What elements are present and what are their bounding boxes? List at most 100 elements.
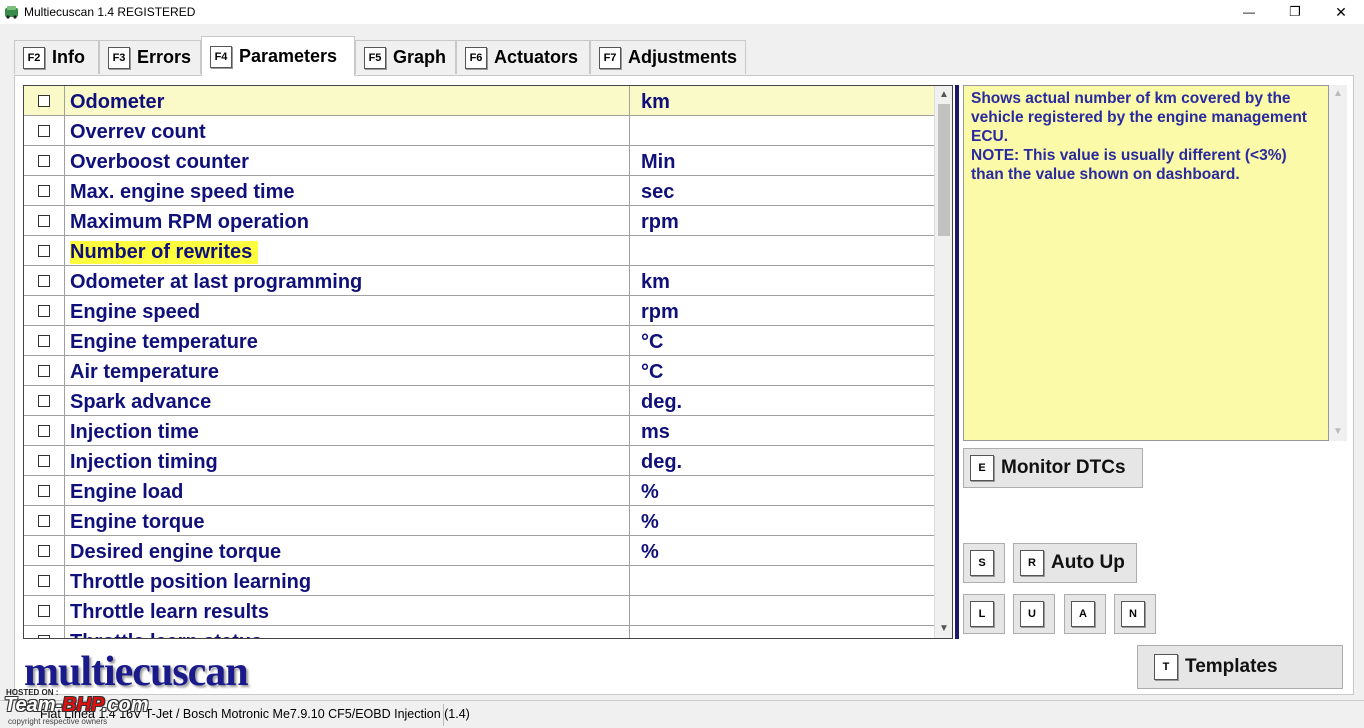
parameter-checkbox[interactable] xyxy=(38,515,50,527)
column-separator xyxy=(64,626,65,638)
column-separator xyxy=(629,626,630,638)
parameter-list-scrollbar[interactable]: ▲ ▼ xyxy=(934,86,952,638)
parameter-unit: deg. xyxy=(641,451,683,473)
tab-errors[interactable]: F3 Errors xyxy=(99,40,201,74)
minimize-button[interactable]: — xyxy=(1226,0,1272,24)
parameter-checkbox[interactable] xyxy=(38,575,50,587)
parameter-row[interactable]: Injection timing deg. xyxy=(24,446,934,476)
close-button[interactable]: ✕ xyxy=(1318,0,1364,24)
parameter-row[interactable]: Odometer km xyxy=(24,86,934,116)
auto-up-button[interactable]: R Auto Up xyxy=(1013,543,1137,583)
column-separator xyxy=(629,536,630,565)
parameter-checkbox[interactable] xyxy=(38,245,50,257)
column-separator xyxy=(629,296,630,325)
monitor-dtcs-button[interactable]: E Monitor DTCs xyxy=(963,448,1143,488)
parameter-checkbox[interactable] xyxy=(38,335,50,347)
column-separator xyxy=(64,536,65,565)
column-separator xyxy=(629,266,630,295)
parameter-name: Injection time xyxy=(70,421,199,443)
parameter-row[interactable]: Spark advance deg. xyxy=(24,386,934,416)
n-key-icon: N xyxy=(1121,601,1145,627)
parameter-checkbox[interactable] xyxy=(38,155,50,167)
scrollbar-thumb[interactable] xyxy=(938,104,950,236)
parameter-row[interactable]: Overboost counter Min xyxy=(24,146,934,176)
parameter-row[interactable]: Engine temperature °C xyxy=(24,326,934,356)
parameter-row[interactable]: Engine load% xyxy=(24,476,934,506)
parameter-checkbox[interactable] xyxy=(38,605,50,617)
u-key-icon: U xyxy=(1020,601,1044,627)
parameter-checkbox[interactable] xyxy=(38,635,50,638)
column-separator xyxy=(64,326,65,355)
parameter-checkbox[interactable] xyxy=(38,125,50,137)
a-button[interactable]: A xyxy=(1064,594,1106,634)
parameter-row[interactable]: Overrev count xyxy=(24,116,934,146)
column-separator xyxy=(64,596,65,625)
tab-actuators[interactable]: F6 Actuators xyxy=(456,40,590,74)
parameter-row[interactable]: Number of rewrites xyxy=(24,236,934,266)
parameter-row[interactable]: Odometer at last programming km xyxy=(24,266,934,296)
scroll-down-icon[interactable]: ▼ xyxy=(938,622,950,636)
parameter-row[interactable]: Engine speed rpm xyxy=(24,296,934,326)
column-separator xyxy=(64,416,65,445)
s-button[interactable]: S xyxy=(963,543,1005,583)
l-button[interactable]: L xyxy=(963,594,1005,634)
parameter-checkbox[interactable] xyxy=(38,275,50,287)
parameter-checkbox[interactable] xyxy=(38,395,50,407)
parameter-checkbox[interactable] xyxy=(38,425,50,437)
tab-graph[interactable]: F5 Graph xyxy=(355,40,456,74)
parameter-name: Engine temperature xyxy=(70,331,258,353)
parameter-checkbox[interactable] xyxy=(38,365,50,377)
column-separator xyxy=(64,266,65,295)
scroll-up-icon[interactable]: ▲ xyxy=(1332,87,1344,101)
u-button[interactable]: U xyxy=(1013,594,1055,634)
parameter-checkbox[interactable] xyxy=(38,455,50,467)
column-separator xyxy=(64,386,65,415)
scroll-down-icon[interactable]: ▼ xyxy=(1332,425,1344,439)
tab-parameters[interactable]: F4 Parameters xyxy=(201,36,355,76)
column-separator xyxy=(629,176,630,205)
parameter-name: Max. engine speed time xyxy=(70,181,295,203)
parameter-name: Throttle learn status xyxy=(70,631,262,638)
parameter-row[interactable]: Maximum RPM operation rpm xyxy=(24,206,934,236)
maximize-button[interactable]: ❐ xyxy=(1272,0,1318,24)
parameter-name: Overboost counter xyxy=(70,151,249,173)
column-separator xyxy=(629,326,630,355)
description-scrollbar[interactable]: ▲ ▼ xyxy=(1329,85,1347,441)
parameter-checkbox[interactable] xyxy=(38,95,50,107)
a-key-icon: A xyxy=(1071,601,1095,627)
watermark-bhp: BHP xyxy=(62,694,102,716)
panel-divider[interactable] xyxy=(955,85,959,639)
parameter-checkbox[interactable] xyxy=(38,545,50,557)
templates-button[interactable]: T Templates xyxy=(1137,645,1343,689)
column-separator xyxy=(629,476,630,505)
tab-adjustments[interactable]: F7 Adjustments xyxy=(590,40,746,74)
parameter-name: Throttle learn results xyxy=(70,601,269,623)
parameter-row[interactable]: Throttle position learning xyxy=(24,566,934,596)
parameter-row[interactable]: Injection time ms xyxy=(24,416,934,446)
parameter-unit: °C xyxy=(641,361,664,383)
n-button[interactable]: N xyxy=(1114,594,1156,634)
parameter-row[interactable]: Desired engine torque% xyxy=(24,536,934,566)
parameter-checkbox[interactable] xyxy=(38,485,50,497)
parameter-checkbox[interactable] xyxy=(38,305,50,317)
parameter-name: Spark advance xyxy=(70,391,212,413)
parameter-unit: % xyxy=(641,541,659,563)
parameter-checkbox[interactable] xyxy=(38,215,50,227)
column-separator xyxy=(629,236,630,265)
parameter-unit: % xyxy=(641,511,659,533)
window-title: Multiecuscan 1.4 REGISTERED xyxy=(24,5,196,19)
tab-info[interactable]: F2 Info xyxy=(14,40,99,74)
parameter-row[interactable]: Throttle learn results xyxy=(24,596,934,626)
f6-key-icon: F6 xyxy=(465,46,487,69)
parameter-name: Engine torque xyxy=(70,511,205,533)
parameter-unit: sec xyxy=(641,181,675,203)
parameter-checkbox[interactable] xyxy=(38,185,50,197)
parameter-row[interactable]: Max. engine speed time sec xyxy=(24,176,934,206)
parameter-list[interactable]: Odometer km Overrev count Overboost counter… xyxy=(23,85,953,639)
f2-key-icon: F2 xyxy=(23,46,45,69)
scroll-up-icon[interactable]: ▲ xyxy=(938,88,950,102)
column-separator xyxy=(64,176,65,205)
parameter-row[interactable]: Throttle learn status xyxy=(24,626,934,638)
parameter-row[interactable]: Air temperature °C xyxy=(24,356,934,386)
parameter-row[interactable]: Engine torque% xyxy=(24,506,934,536)
